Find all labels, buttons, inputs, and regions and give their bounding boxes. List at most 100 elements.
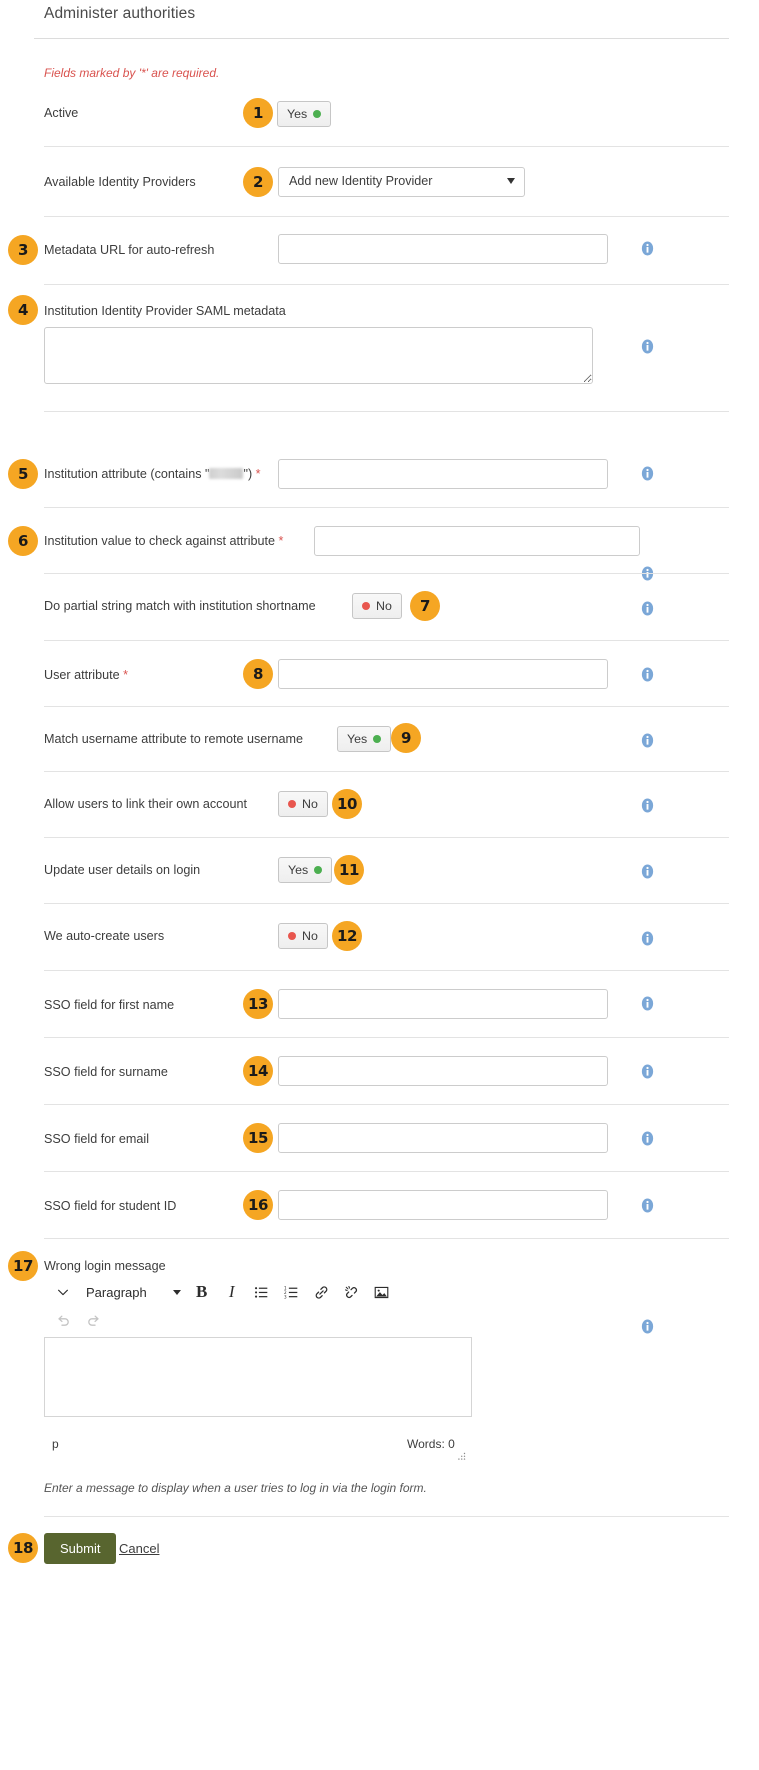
info-icon[interactable]: [640, 466, 655, 481]
toggle-active[interactable]: Yes: [277, 101, 332, 127]
editor-block-format-value: Paragraph: [86, 1284, 147, 1300]
editor-resize-handle[interactable]: [457, 1448, 466, 1460]
redacted-value: [209, 468, 244, 479]
toggle-allow-link-account-label: No: [302, 797, 318, 811]
svg-text:3: 3: [284, 1294, 287, 1299]
label-institution-attribute-suffix: "): [243, 467, 253, 481]
status-dot-icon: [314, 866, 323, 874]
editor-word-count: Words: 0: [407, 1437, 455, 1451]
row-divider-7: [44, 640, 729, 641]
bulleted-list-icon[interactable]: [247, 1277, 277, 1307]
label-institution-attribute-prefix: Institution attribute (contains ": [44, 467, 210, 481]
editor-content-area[interactable]: [44, 1337, 472, 1417]
editor-block-format-select[interactable]: Paragraph: [78, 1277, 187, 1307]
select-identity-provider-value: Add new Identity Provider: [289, 174, 433, 188]
link-icon[interactable]: [307, 1277, 337, 1307]
info-icon[interactable]: [640, 996, 655, 1011]
required-marker: *: [123, 668, 128, 682]
callout-badge-11: 11: [334, 855, 364, 885]
callout-badge-9: 9: [391, 723, 421, 753]
label-match-username: Match username attribute to remote usern…: [44, 732, 303, 746]
input-user-attribute[interactable]: [278, 659, 608, 689]
select-identity-provider[interactable]: Add new Identity Provider: [278, 167, 525, 197]
label-sso-surname: SSO field for surname: [44, 1065, 168, 1079]
toggle-auto-create-users[interactable]: No: [278, 923, 328, 949]
required-marker: *: [255, 467, 261, 481]
input-sso-surname[interactable]: [278, 1056, 608, 1086]
label-institution-attribute: Institution attribute (contains " ") *: [44, 467, 261, 481]
input-sso-first-name[interactable]: [278, 989, 608, 1019]
callout-badge-15: 15: [243, 1123, 273, 1153]
callout-badge-7: 7: [410, 591, 440, 621]
info-icon[interactable]: [640, 667, 655, 682]
toggle-partial-string-match[interactable]: No: [352, 593, 402, 619]
info-icon[interactable]: [640, 733, 655, 748]
status-dot-icon: [313, 110, 322, 118]
label-update-user-details: Update user details on login: [44, 863, 201, 877]
toggle-match-username[interactable]: Yes: [337, 726, 392, 752]
row-divider-6: [44, 573, 729, 574]
required-fields-note: Fields marked by '*' are required.: [44, 66, 220, 80]
status-dot-icon: [288, 932, 296, 940]
bold-icon[interactable]: B: [187, 1277, 217, 1307]
callout-badge-14: 14: [243, 1056, 273, 1086]
input-sso-email[interactable]: [278, 1123, 608, 1153]
row-divider-17: [44, 1516, 729, 1517]
cancel-link[interactable]: Cancel: [119, 1541, 159, 1556]
toggle-allow-link-account[interactable]: No: [278, 791, 328, 817]
row-divider-11: [44, 903, 729, 904]
textarea-saml-metadata[interactable]: [44, 327, 593, 384]
info-icon[interactable]: [640, 241, 655, 256]
input-institution-value[interactable]: [314, 526, 640, 556]
unlink-icon[interactable]: [337, 1277, 367, 1307]
chevron-down-icon: [172, 1289, 181, 1295]
undo-icon[interactable]: [48, 1305, 78, 1335]
editor-toolbar-row-2: [48, 1305, 108, 1335]
info-icon[interactable]: [640, 1131, 655, 1146]
image-icon[interactable]: [367, 1277, 397, 1307]
toggle-partial-string-match-label: No: [376, 599, 392, 613]
callout-badge-4: 4: [8, 295, 38, 325]
editor-element-path: p: [52, 1437, 59, 1451]
row-divider-14: [44, 1104, 729, 1105]
redo-icon[interactable]: [78, 1305, 108, 1335]
row-divider-2: [44, 216, 729, 217]
input-sso-student-id[interactable]: [278, 1190, 608, 1220]
label-sso-first-name: SSO field for first name: [44, 998, 175, 1012]
label-auto-create-users: We auto-create users: [44, 929, 165, 943]
callout-badge-13: 13: [243, 989, 273, 1019]
status-dot-icon: [373, 735, 382, 743]
info-icon[interactable]: [640, 798, 655, 813]
row-divider-4: [44, 411, 729, 412]
chevron-down-icon[interactable]: [48, 1277, 78, 1307]
label-saml-metadata: Institution Identity Provider SAML metad…: [44, 304, 286, 318]
label-available-identity-providers: Available Identity Providers: [44, 175, 196, 189]
input-institution-attribute[interactable]: [278, 459, 608, 489]
italic-icon[interactable]: I: [217, 1277, 247, 1307]
label-active: Active: [44, 106, 79, 120]
toggle-update-user-details[interactable]: Yes: [278, 857, 333, 883]
label-wrong-login-message: Wrong login message: [44, 1259, 166, 1273]
required-marker: *: [278, 534, 284, 548]
info-icon[interactable]: [640, 931, 655, 946]
info-icon[interactable]: [640, 1319, 655, 1334]
chevron-down-icon: [507, 178, 515, 184]
row-divider-16: [44, 1238, 729, 1239]
toggle-match-username-label: Yes: [347, 732, 368, 746]
callout-badge-8: 8: [243, 659, 273, 689]
submit-button[interactable]: Submit: [44, 1533, 117, 1564]
numbered-list-icon[interactable]: 1 2 3: [277, 1277, 307, 1307]
toggle-update-user-details-label: Yes: [288, 863, 309, 877]
callout-badge-1: 1: [243, 98, 273, 128]
info-icon[interactable]: [640, 1198, 655, 1213]
info-icon[interactable]: [640, 339, 655, 354]
title-divider: [34, 38, 729, 39]
info-icon[interactable]: [640, 864, 655, 879]
input-metadata-url[interactable]: [278, 234, 608, 264]
label-institution-value: Institution value to check against attri…: [44, 534, 283, 548]
info-icon[interactable]: [640, 601, 655, 616]
callout-badge-17: 17: [8, 1251, 38, 1281]
info-icon[interactable]: [640, 1064, 655, 1079]
callout-badge-3: 3: [8, 235, 38, 265]
status-dot-icon: [288, 800, 296, 808]
